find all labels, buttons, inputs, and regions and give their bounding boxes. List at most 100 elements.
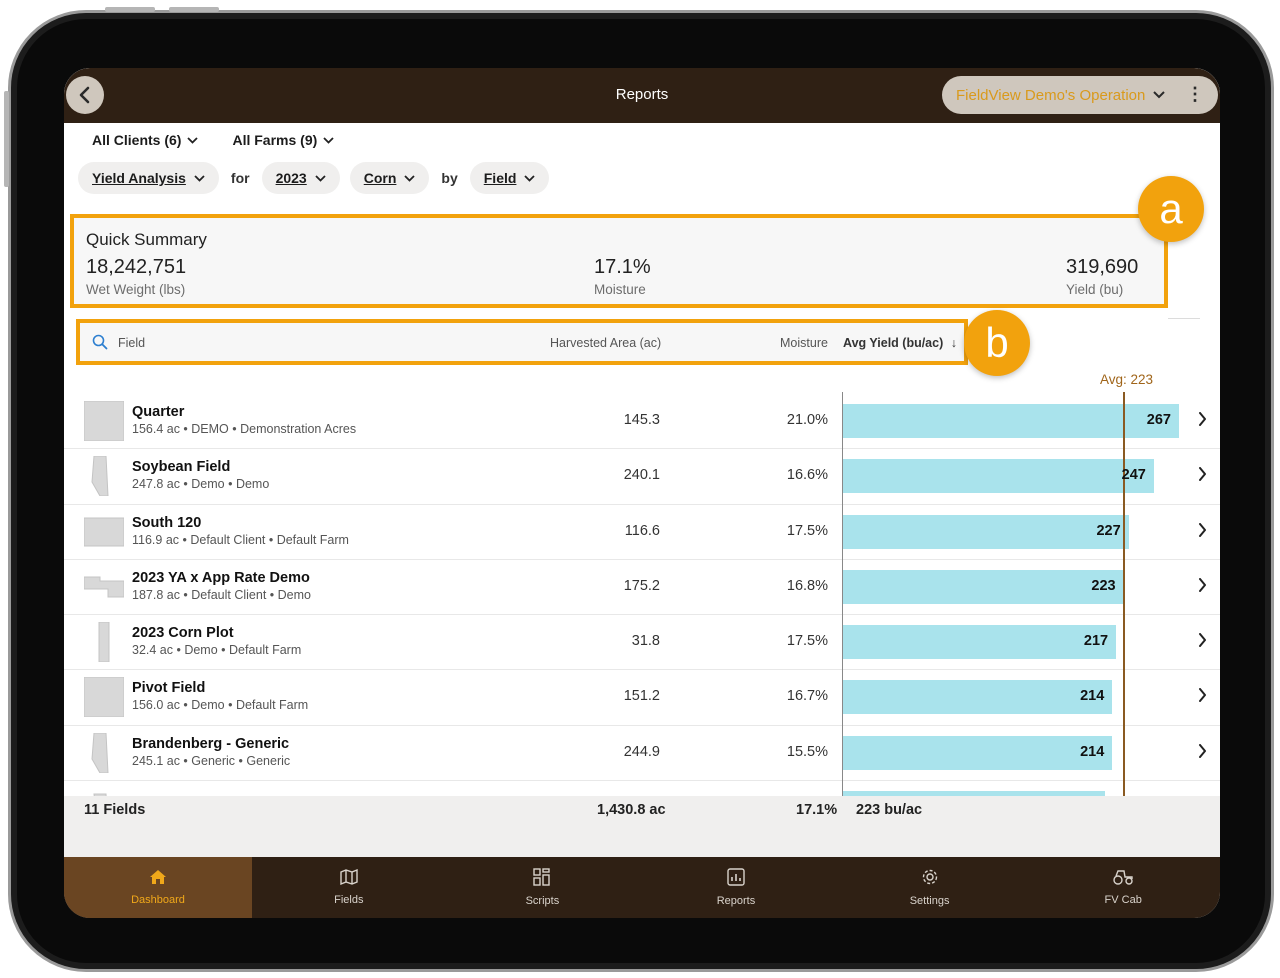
field-search-input[interactable]: Field xyxy=(118,336,145,350)
chevron-right-icon[interactable] xyxy=(1198,412,1207,431)
col-avg-yield[interactable]: Avg Yield (bu/ac) ↓ xyxy=(843,336,957,350)
year-label: 2023 xyxy=(275,170,307,186)
gear-icon xyxy=(921,868,939,889)
chevron-right-icon[interactable] xyxy=(1198,743,1207,763)
power-button xyxy=(4,91,9,187)
field-boundary-thumbnail xyxy=(84,455,124,501)
col-moisture[interactable]: Moisture xyxy=(780,336,828,350)
moisture-value: 15.5% xyxy=(786,743,828,760)
field-meta: 245.1 ac • Generic • Generic xyxy=(132,753,291,768)
nav-fv-cab[interactable]: FV Cab xyxy=(1026,857,1220,918)
yield-label: Yield (bu) xyxy=(1066,282,1124,297)
group-by-label: Field xyxy=(483,170,517,186)
field-name: 2023 YA x App Rate Demo xyxy=(132,569,310,586)
bar-axis-line xyxy=(842,392,843,796)
more-options-icon[interactable]: ⋮ xyxy=(1186,85,1204,103)
table-row[interactable]: Quarter 156.4 ac • DEMO • Demonstration A… xyxy=(64,394,1220,450)
moisture-value: 16.6% xyxy=(786,467,828,484)
yield-bar-value: 214 xyxy=(1080,743,1105,760)
chevron-down-icon xyxy=(315,174,326,182)
field-boundary-thumbnail xyxy=(83,676,125,722)
home-icon xyxy=(149,869,167,888)
annotation-badge-a: a xyxy=(1138,176,1204,242)
crop-label: Corn xyxy=(363,170,397,186)
chevron-down-icon xyxy=(187,136,199,144)
app-screen: Reports FieldView Demo's Operation ⋮ All… xyxy=(64,68,1220,918)
field-meta: 247.8 ac • Demo • Demo xyxy=(132,477,270,492)
chevron-right-icon[interactable] xyxy=(1198,522,1207,542)
col-avg-yield-label: Avg Yield (bu/ac) xyxy=(843,336,944,350)
by-label: by xyxy=(441,170,458,186)
moisture-value: 21.0% xyxy=(786,412,828,428)
nav-fields[interactable]: Fields xyxy=(252,857,446,918)
field-meta: 156.4 ac • DEMO • Demonstration Acres xyxy=(132,422,357,436)
quick-summary: Quick Summary 18,242,751 Wet Weight (lbs… xyxy=(70,214,1168,308)
sort-down-icon: ↓ xyxy=(950,336,957,350)
harvested-area-value: 240.1 xyxy=(623,467,660,484)
volume-button xyxy=(169,7,219,12)
tractor-icon xyxy=(1112,869,1134,888)
chevron-right-icon[interactable] xyxy=(1198,467,1207,486)
group-by-dropdown[interactable]: Field xyxy=(469,162,550,194)
moisture-label: Moisture xyxy=(594,282,646,297)
avg-yield-line xyxy=(1122,392,1125,796)
operation-name: FieldView Demo's Operation xyxy=(956,86,1146,104)
tablet-frame: Reports FieldView Demo's Operation ⋮ All… xyxy=(4,7,1274,972)
yield-value: 319,690 xyxy=(1066,256,1139,278)
search-icon[interactable] xyxy=(92,334,108,350)
table-row[interactable]: Soybean Field 247.8 ac • Demo • Demo 240.1… xyxy=(64,449,1220,505)
moisture-value: 17.1% xyxy=(594,256,651,278)
nav-label: Dashboard xyxy=(131,894,185,906)
table-row[interactable]: Pivot Field 156.0 ac • Demo • Default Far… xyxy=(64,670,1220,726)
field-name: Soybean Field xyxy=(132,459,231,476)
crop-dropdown[interactable]: Corn xyxy=(349,162,430,194)
year-dropdown[interactable]: 2023 xyxy=(261,162,340,194)
operation-selector[interactable]: FieldView Demo's Operation ⋮ xyxy=(942,76,1218,114)
annotation-badge-b: b xyxy=(964,310,1030,376)
reports-icon xyxy=(727,868,745,889)
field-meta: 187.8 ac • Default Client • Demo xyxy=(132,587,311,602)
avg-yield-label: Avg: 223 xyxy=(1100,372,1154,387)
table-row[interactable]: South 120 116.9 ac • Default Client • Def… xyxy=(64,505,1220,560)
yield-bar-value: 214 xyxy=(1080,688,1105,705)
table-row[interactable]: Brandenberg - Generic 245.1 ac • Generic … xyxy=(64,726,1220,782)
nav-reports[interactable]: Reports xyxy=(639,857,833,918)
nav-settings[interactable]: Settings xyxy=(833,857,1027,918)
nav-dashboard[interactable]: Dashboard xyxy=(64,857,252,918)
moisture-value: 17.5% xyxy=(786,522,828,539)
report-type-label: Yield Analysis xyxy=(92,170,186,186)
col-harvested-area[interactable]: Harvested Area (ac) xyxy=(550,336,661,350)
yield-bar-value: 227 xyxy=(1096,522,1121,539)
nav-label: Scripts xyxy=(525,895,560,907)
chevron-down-icon xyxy=(404,174,416,182)
clients-dropdown[interactable]: All Clients (6) xyxy=(92,132,199,148)
chevron-right-icon[interactable] xyxy=(1198,688,1207,707)
chevron-down-icon xyxy=(1153,91,1166,99)
table-row[interactable]: 2023 YA x App Rate Demo 187.8 ac • Defaul… xyxy=(64,560,1220,616)
chevron-right-icon[interactable] xyxy=(1198,577,1207,597)
total-yield: 223 bu/ac xyxy=(856,802,923,818)
wet-weight-value: 18,242,751 xyxy=(86,256,187,278)
scripts-icon xyxy=(533,868,551,889)
harvested-area-value: 151.2 xyxy=(623,688,660,705)
field-meta: 116.9 ac • Default Client • Default Farm xyxy=(132,532,349,547)
yield-bar-value: 223 xyxy=(1091,577,1116,594)
harvested-area-value: 244.9 xyxy=(623,743,660,760)
field-name: Quarter xyxy=(132,404,185,420)
table-row[interactable]: 2023 Corn Plot 32.4 ac • Demo • Default F… xyxy=(64,615,1220,671)
map-icon xyxy=(340,868,358,888)
farms-dropdown[interactable]: All Farms (9) xyxy=(232,132,334,148)
yield-bar-value: 247 xyxy=(1121,467,1146,484)
field-boundary-thumbnail xyxy=(84,732,124,778)
farms-label: All Farms (9) xyxy=(232,132,318,148)
total-moisture: 17.1% xyxy=(796,802,838,818)
yield-bar-value: 217 xyxy=(1083,633,1109,650)
nav-scripts[interactable]: Scripts xyxy=(446,857,640,918)
field-name: South 120 xyxy=(132,514,202,531)
harvested-area-value: 116.6 xyxy=(624,522,660,539)
chevron-right-icon[interactable] xyxy=(1198,633,1207,652)
report-type-dropdown[interactable]: Yield Analysis xyxy=(78,162,219,194)
table-row[interactable] xyxy=(64,781,1220,796)
chevron-down-icon xyxy=(323,136,334,144)
nav-label: Fields xyxy=(334,894,364,906)
